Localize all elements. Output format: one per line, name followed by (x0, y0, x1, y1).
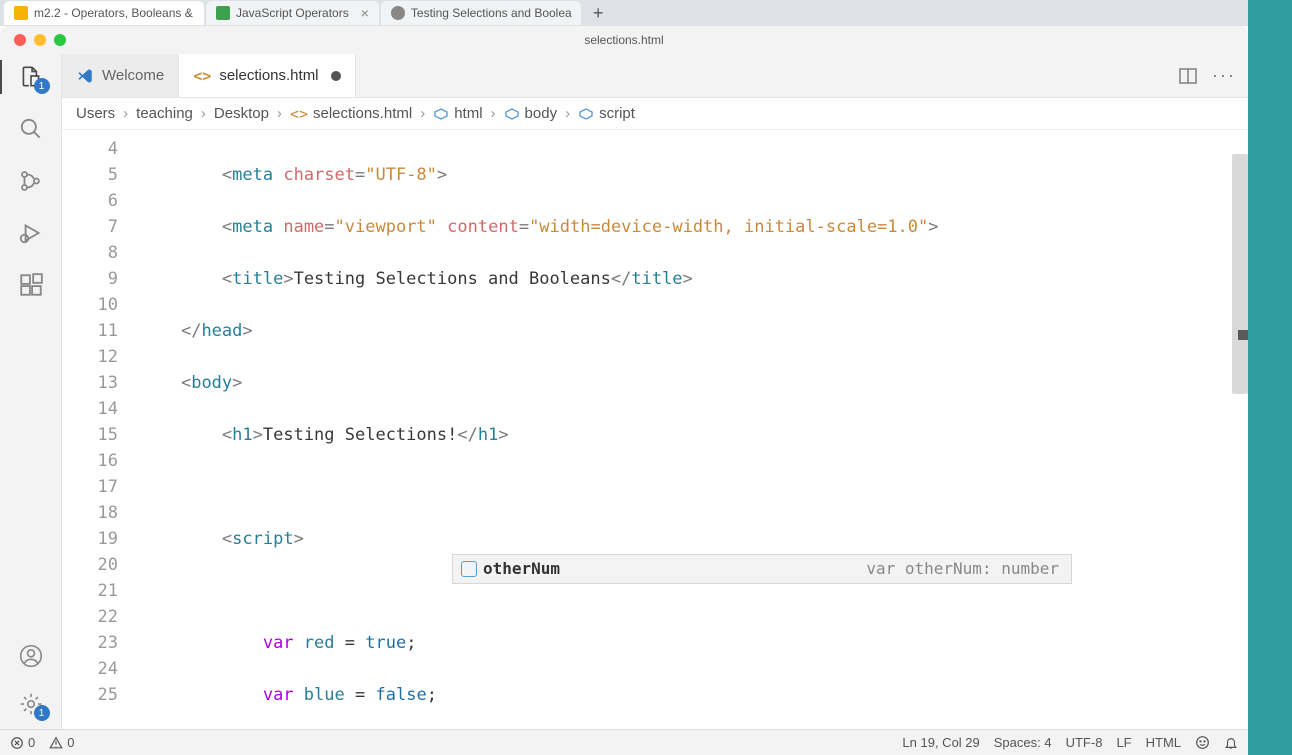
activity-bar: 1 1 (0, 54, 62, 729)
editor-tabs: Welcome <> selections.html ··· (62, 54, 1248, 98)
settings-badge: 1 (34, 705, 50, 721)
status-eol[interactable]: LF (1116, 735, 1131, 750)
vscode-icon (76, 67, 94, 85)
variable-icon (461, 561, 477, 577)
scrollbar-track[interactable] (1232, 154, 1248, 394)
suggestion-detail: var otherNum: number (866, 556, 1071, 582)
tab-selections-html[interactable]: <> selections.html (179, 54, 355, 97)
status-cursor-position[interactable]: Ln 19, Col 29 (902, 735, 979, 750)
browser-tab-label: Testing Selections and Boolea (411, 6, 572, 20)
symbol-icon (578, 106, 594, 122)
tab-label: selections.html (219, 67, 318, 84)
split-editor-icon[interactable] (1178, 66, 1198, 86)
browser-tab-strip: m2.2 - Operators, Booleans & × JavaScrip… (0, 0, 1292, 26)
browser-tab-testing[interactable]: Testing Selections and Boolea × (381, 1, 581, 25)
settings-gear-icon[interactable]: 1 (18, 691, 44, 717)
status-indentation[interactable]: Spaces: 4 (994, 735, 1052, 750)
browser-tab-label: JavaScript Operators (236, 6, 349, 20)
chevron-right-icon: › (565, 105, 570, 122)
error-icon (10, 736, 24, 750)
explorer-badge: 1 (34, 78, 50, 94)
titlebar: selections.html (0, 26, 1248, 54)
intellisense-popup[interactable]: otherNum var otherNum: number (452, 554, 1072, 584)
editor-area: Welcome <> selections.html ··· Users › t (62, 54, 1248, 729)
search-icon[interactable] (18, 116, 44, 142)
browser-tab-slides[interactable]: m2.2 - Operators, Booleans & × (4, 1, 204, 25)
status-errors[interactable]: 0 (10, 735, 35, 750)
code-editor[interactable]: 4 5 6 7 8 9 10 11 12 13 14 15 16 17 18 1… (62, 130, 1248, 729)
explorer-icon[interactable]: 1 (18, 64, 44, 90)
extensions-icon[interactable] (18, 272, 44, 298)
slides-favicon-icon (14, 6, 28, 20)
teal-background (1248, 0, 1292, 755)
window-controls (14, 34, 66, 46)
vscode-window: selections.html 1 (0, 26, 1248, 755)
browser-tab-jsops[interactable]: JavaScript Operators × (206, 1, 379, 25)
globe-favicon-icon (391, 6, 405, 20)
status-encoding[interactable]: UTF-8 (1066, 735, 1103, 750)
status-feedback-icon[interactable] (1195, 735, 1210, 750)
w3-favicon-icon (216, 6, 230, 20)
minimize-window-button[interactable] (34, 34, 46, 46)
unsaved-indicator-icon (331, 71, 341, 81)
symbol-icon (433, 106, 449, 122)
chevron-right-icon: › (201, 105, 206, 122)
crumb-file[interactable]: <> selections.html (290, 105, 412, 123)
close-window-button[interactable] (14, 34, 26, 46)
more-actions-icon[interactable]: ··· (1214, 66, 1234, 86)
suggestion-name: otherNum (483, 556, 560, 582)
browser-tab-label: m2.2 - Operators, Booleans & (34, 6, 193, 20)
crumb-desktop[interactable]: Desktop (214, 105, 269, 122)
tab-label: Welcome (102, 67, 164, 84)
accounts-icon[interactable] (18, 643, 44, 669)
run-debug-icon[interactable] (18, 220, 44, 246)
maximize-window-button[interactable] (54, 34, 66, 46)
source-control-icon[interactable] (18, 168, 44, 194)
new-tab-button[interactable]: + (583, 3, 614, 24)
crumb-html[interactable]: html (433, 105, 482, 122)
status-bar: 0 0 Ln 19, Col 29 Spaces: 4 UTF-8 LF HTM… (0, 729, 1248, 755)
chevron-right-icon: › (420, 105, 425, 122)
crumb-body[interactable]: body (504, 105, 558, 122)
crumb-teaching[interactable]: teaching (136, 105, 193, 122)
symbol-icon (504, 106, 520, 122)
chevron-right-icon: › (123, 105, 128, 122)
breadcrumb: Users › teaching › Desktop › <> selectio… (62, 98, 1248, 130)
chevron-right-icon: › (277, 105, 282, 122)
status-language[interactable]: HTML (1146, 735, 1181, 750)
html-file-icon: <> (193, 67, 211, 85)
scrollbar-thumb[interactable] (1238, 330, 1248, 340)
close-icon[interactable]: × (361, 5, 369, 21)
html-file-icon: <> (290, 105, 308, 123)
chevron-right-icon: › (491, 105, 496, 122)
tab-welcome[interactable]: Welcome (62, 54, 179, 97)
crumb-script[interactable]: script (578, 105, 635, 122)
status-warnings[interactable]: 0 (49, 735, 74, 750)
window-title: selections.html (584, 33, 663, 47)
code-content[interactable]: <meta charset="UTF-8"> <meta name="viewp… (140, 136, 1248, 729)
warning-icon (49, 736, 63, 750)
crumb-users[interactable]: Users (76, 105, 115, 122)
status-notifications-icon[interactable] (1224, 736, 1238, 750)
line-numbers: 4 5 6 7 8 9 10 11 12 13 14 15 16 17 18 1… (62, 136, 140, 708)
